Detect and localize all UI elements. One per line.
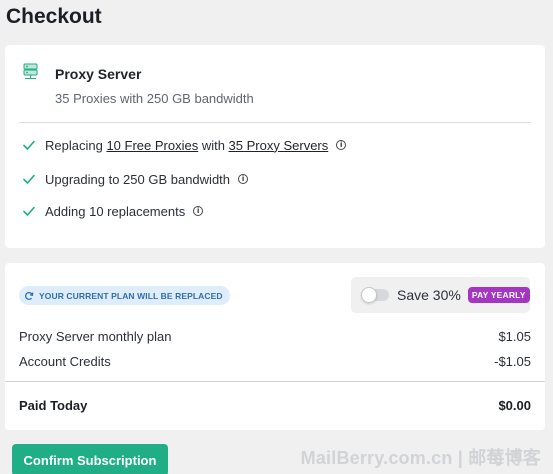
check-icon [23,174,35,184]
line-item: Account Credits -$1.05 [19,354,531,369]
feature-replacements: Adding 10 replacements i [22,202,204,220]
server-icon [22,63,40,81]
product-name: Proxy Server [55,66,142,82]
summary-card: YOUR CURRENT PLAN WILL BE REPLACED Save … [5,263,545,430]
refresh-icon [25,291,34,300]
watermark: MailBerry.com.cn | 邮莓博客 [300,448,541,468]
feature-middle: with [198,137,229,153]
product-description: 35 Proxies with 250 GB bandwidth [55,91,254,106]
info-icon[interactable]: i [193,206,204,216]
page-title: Checkout [6,5,102,28]
info-icon[interactable]: i [238,174,249,184]
free-proxies-link[interactable]: 10 Free Proxies [106,138,198,153]
toggle-knob [361,287,377,303]
divider [19,122,531,123]
billing-toggle-box: Save 30% PAY YEARLY [351,277,530,313]
feature-bandwidth: Upgrading to 250 GB bandwidth i [22,170,249,188]
product-card: Proxy Server 35 Proxies with 250 GB band… [5,45,545,248]
line-item: Proxy Server monthly plan $1.05 [19,329,531,344]
feature-replacing: Replacing 10 Free Proxies with 35 Proxy … [22,136,347,154]
total-amount: $0.00 [498,398,531,413]
check-icon [23,140,35,150]
feature-text: Upgrading to 250 GB bandwidth [45,171,231,187]
yearly-toggle[interactable] [361,287,389,303]
line-item-amount: $1.05 [498,329,531,344]
check-icon [23,206,35,216]
pay-yearly-badge[interactable]: PAY YEARLY [467,286,530,304]
divider [5,381,545,382]
confirm-subscription-button[interactable]: Confirm Subscription [12,444,168,474]
plan-replaced-badge: YOUR CURRENT PLAN WILL BE REPLACED [19,286,230,305]
feature-prefix: Replacing [45,137,107,153]
line-item-label: Account Credits [19,354,111,369]
line-item-label: Proxy Server monthly plan [19,329,172,344]
feature-text: Adding 10 replacements [45,203,186,219]
total-label: Paid Today [19,398,88,413]
plan-notice-text: YOUR CURRENT PLAN WILL BE REPLACED [39,290,223,301]
info-icon[interactable]: i [336,140,347,150]
save-label: Save 30% [397,287,461,303]
total-row: Paid Today $0.00 [19,398,531,413]
line-item-amount: -$1.05 [494,354,531,369]
proxy-servers-link[interactable]: 35 Proxy Servers [229,138,329,153]
